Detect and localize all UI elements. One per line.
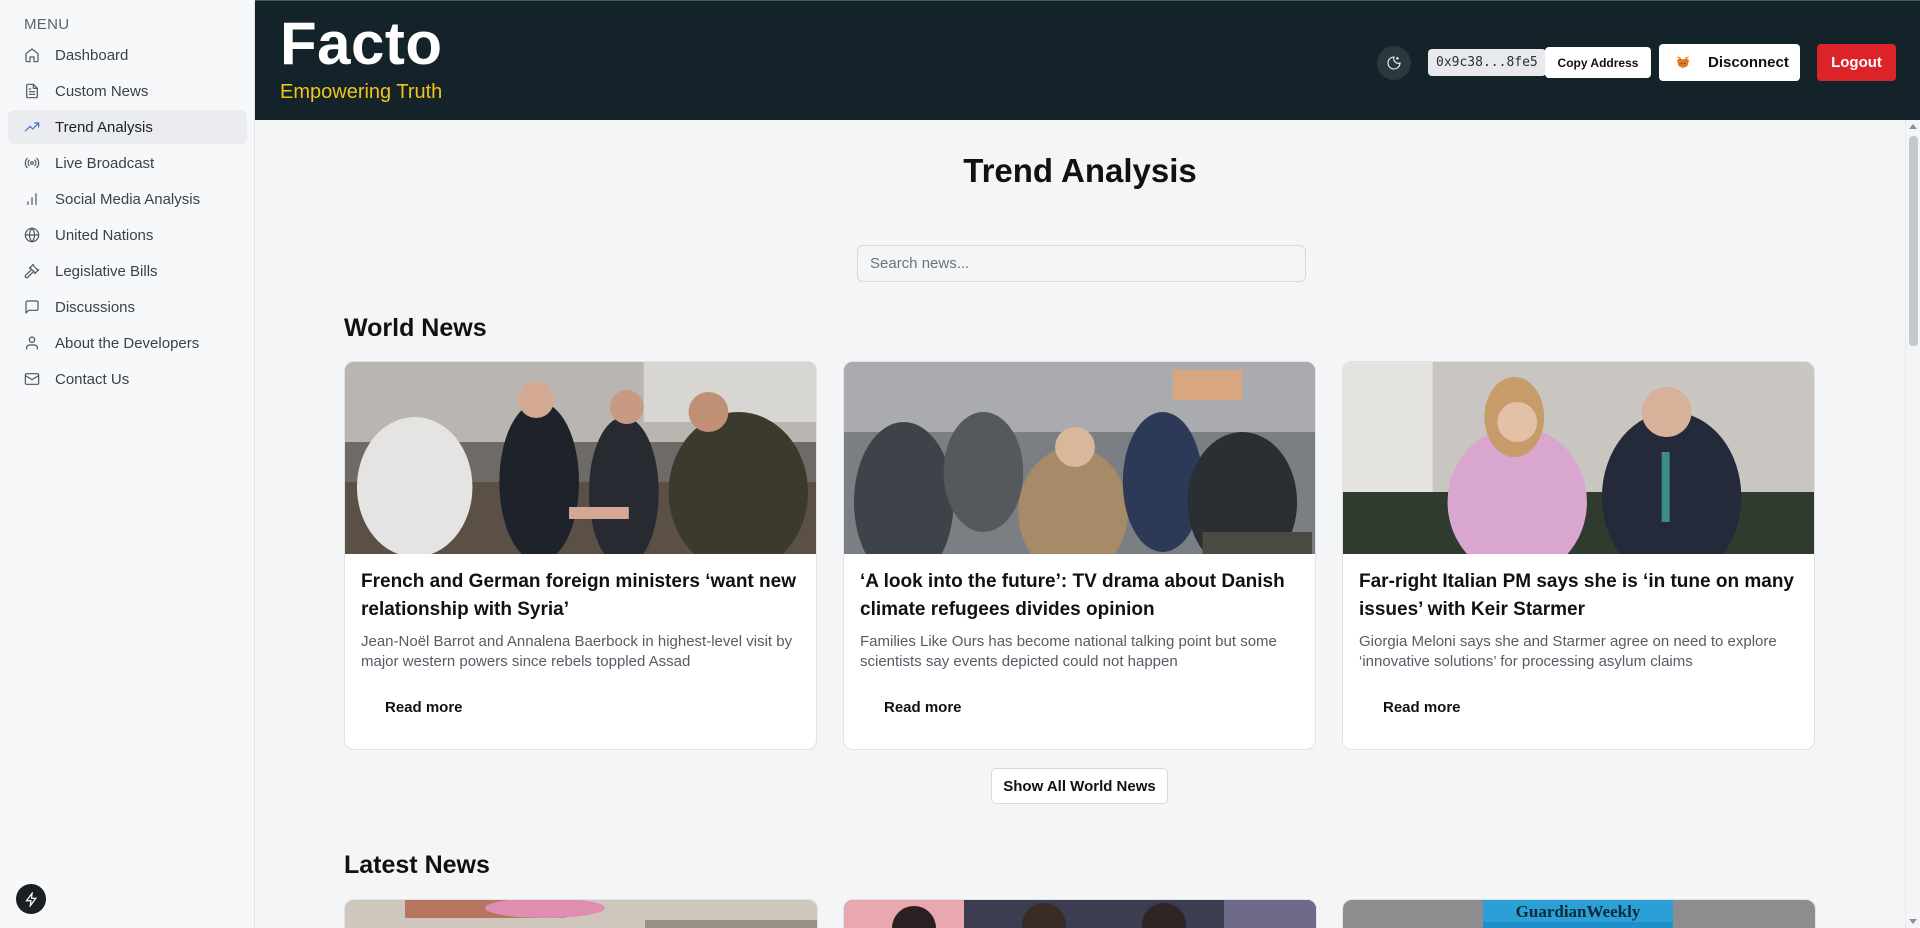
trending-up-icon — [24, 122, 40, 132]
scroll-down-icon[interactable] — [1909, 919, 1917, 924]
sidebar-item-contact-us[interactable]: Contact Us — [8, 362, 247, 396]
sidebar-item-trend-analysis[interactable]: Trend Analysis — [8, 110, 247, 144]
sidebar-item-label: About the Developers — [55, 334, 200, 352]
news-image — [345, 362, 816, 554]
show-all-world-news-button[interactable]: Show All World News — [991, 768, 1168, 804]
page-title: Trend Analysis — [963, 152, 1197, 189]
news-description: Giorgia Meloni says she and Starmer agre… — [1359, 633, 1777, 670]
scroll-up-icon[interactable] — [1909, 124, 1917, 129]
sidebar-item-legislative-bills[interactable]: Legislative Bills — [8, 254, 247, 288]
main-content: Trend Analysis World News French and Ger… — [255, 120, 1905, 928]
message-square-icon — [25, 300, 39, 314]
moon-sun-icon — [1387, 56, 1401, 70]
read-more-link[interactable]: Read more — [884, 699, 962, 716]
news-card[interactable]: ‘A look into the future’: TV drama about… — [843, 361, 1316, 750]
logout-button[interactable]: Logout — [1817, 44, 1896, 81]
sidebar-item-label: Custom News — [55, 82, 149, 100]
sidebar-item-discussions[interactable]: Discussions — [8, 290, 247, 324]
bolt-button[interactable] — [16, 884, 46, 914]
wallet-address: 0x9c38...8fe5 — [1428, 49, 1546, 76]
sidebar-item-live-broadcast[interactable]: Live Broadcast — [8, 146, 247, 180]
sidebar-item-label: Contact Us — [55, 370, 130, 388]
news-card[interactable]: Far-right Italian PM says she is ‘in tun… — [1342, 361, 1815, 750]
read-more-link[interactable]: Read more — [1383, 699, 1461, 716]
brand-tagline: Empowering Truth — [280, 81, 443, 103]
disconnect-label: Disconnect — [1708, 54, 1789, 71]
sidebar-item-label: Social Media Analysis — [55, 190, 201, 208]
menu-title: MENU — [24, 16, 70, 33]
sidebar-item-label: United Nations — [55, 226, 154, 244]
news-title[interactable]: French and German foreign ministers ‘wan… — [361, 568, 801, 624]
news-description: Families Like Ours has become national t… — [860, 633, 1277, 670]
sidebar-item-united-nations[interactable]: United Nations — [8, 218, 247, 252]
sidebar-item-about-developers[interactable]: About the Developers — [8, 326, 247, 360]
world-news-heading: World News — [344, 314, 487, 342]
sidebar-nav: Dashboard Custom News Trend Analysis Liv… — [8, 38, 247, 398]
news-card[interactable] — [843, 899, 1317, 928]
read-more-link[interactable]: Read more — [385, 699, 463, 716]
sidebar-item-label: Trend Analysis — [55, 118, 153, 136]
news-image: GuardianWeekly — [1343, 900, 1815, 928]
metamask-fox-icon — [1676, 55, 1690, 68]
news-card[interactable]: French and German foreign ministers ‘wan… — [344, 361, 817, 750]
sidebar-item-label: Dashboard — [55, 46, 129, 64]
sidebar-item-social-media-analysis[interactable]: Social Media Analysis — [8, 182, 247, 216]
news-image — [1343, 362, 1814, 554]
news-card[interactable]: GuardianWeekly — [1342, 899, 1816, 928]
sidebar-item-label: Discussions — [55, 298, 136, 316]
sidebar-item-custom-news[interactable]: Custom News — [8, 74, 247, 108]
bolt-icon — [24, 891, 37, 907]
gavel-icon — [24, 263, 40, 279]
news-description: Jean-Noël Barrot and Annalena Baerbock i… — [361, 633, 793, 670]
sidebar-item-label: Legislative Bills — [55, 262, 158, 280]
broadcast-icon — [24, 157, 40, 169]
brand-logo[interactable]: Facto — [280, 14, 443, 74]
news-title[interactable]: ‘A look into the future’: TV drama about… — [860, 568, 1300, 624]
news-image — [844, 362, 1315, 554]
search-input[interactable] — [857, 245, 1306, 282]
scroll-thumb[interactable] — [1909, 136, 1918, 346]
bar-chart-icon — [27, 193, 37, 205]
document-icon — [26, 83, 38, 99]
svg-text:GuardianWeekly: GuardianWeekly — [1516, 902, 1641, 921]
user-icon — [26, 336, 38, 350]
globe-icon — [24, 227, 40, 243]
sidebar: MENU Dashboard Custom News Trend Analysi… — [0, 0, 255, 928]
top-header: Facto Empowering Truth 0x9c38...8fe5 Cop… — [255, 0, 1920, 120]
copy-address-button[interactable]: Copy Address — [1545, 47, 1651, 78]
mail-icon — [24, 373, 40, 385]
disconnect-button[interactable]: Disconnect — [1659, 44, 1800, 81]
sidebar-item-label: Live Broadcast — [55, 154, 155, 172]
theme-toggle-button[interactable] — [1377, 46, 1411, 80]
news-image — [345, 900, 817, 928]
news-title[interactable]: Far-right Italian PM says she is ‘in tun… — [1359, 568, 1799, 624]
latest-news-heading: Latest News — [344, 851, 490, 879]
page-scrollbar[interactable] — [1905, 120, 1920, 928]
news-image — [844, 900, 1316, 928]
news-card[interactable] — [344, 899, 818, 928]
home-icon — [25, 48, 39, 63]
sidebar-item-dashboard[interactable]: Dashboard — [8, 38, 247, 72]
